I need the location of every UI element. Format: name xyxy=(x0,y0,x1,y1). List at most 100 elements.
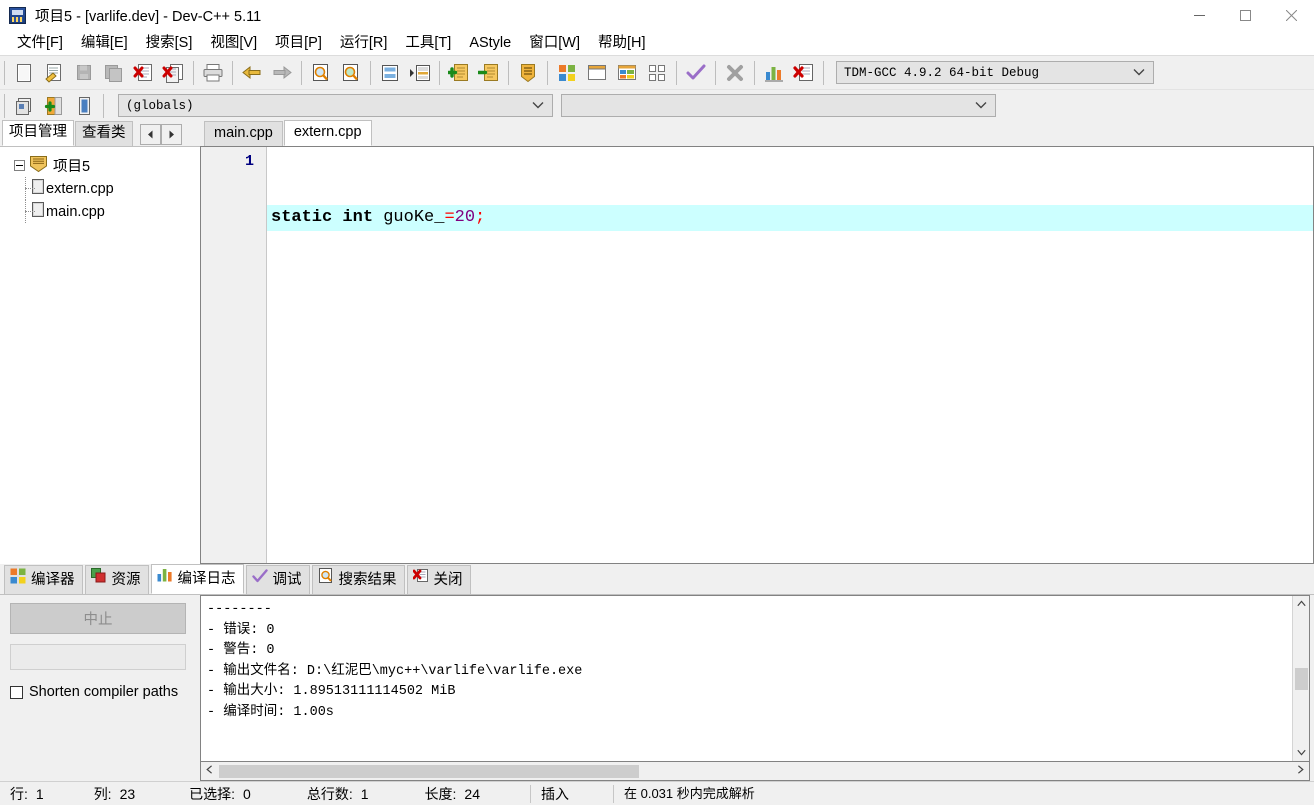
tree-file-main[interactable]: main.cpp xyxy=(0,200,200,223)
tab-main-cpp[interactable]: main.cpp xyxy=(204,121,283,146)
log-line: - 警告: 0 xyxy=(207,643,275,658)
log-horizontal-scrollbar[interactable] xyxy=(200,762,1310,781)
code-content[interactable]: static int guoKe_=20; xyxy=(267,147,1313,563)
toolbar-separator xyxy=(103,93,104,118)
scroll-left-icon[interactable] xyxy=(202,765,217,777)
menu-help[interactable]: 帮助[H] xyxy=(589,31,655,55)
abort-button[interactable]: 中止 xyxy=(10,603,186,634)
tab-compile-log[interactable]: 编译日志 xyxy=(150,564,244,594)
resources-icon xyxy=(90,568,107,591)
menu-run[interactable]: 运行[R] xyxy=(331,31,397,55)
menu-view[interactable]: 视图[V] xyxy=(201,31,266,55)
new-file-icon[interactable] xyxy=(9,59,39,87)
tree-root-node[interactable]: 项目5 xyxy=(0,154,200,177)
compile-icon[interactable] xyxy=(552,59,582,87)
indent-icon[interactable] xyxy=(405,59,435,87)
code-token-keyword: static int xyxy=(271,208,384,227)
save-all-icon[interactable] xyxy=(99,59,129,87)
tab-scroll-prev-icon[interactable] xyxy=(139,124,161,145)
menu-edit[interactable]: 编辑[E] xyxy=(72,31,137,55)
compile-run-icon[interactable] xyxy=(612,59,642,87)
main-toolbar: TDM-GCC 4.9.2 64-bit Debug xyxy=(0,55,1314,89)
horizontal-scroll-thumb[interactable] xyxy=(219,764,639,778)
save-file-icon[interactable] xyxy=(69,59,99,87)
status-total-lines: 总行数: 1 xyxy=(261,782,379,805)
status-length-value: 24 xyxy=(464,785,480,802)
scope-combo[interactable]: (globals) xyxy=(118,94,553,117)
toolbar-separator xyxy=(754,60,755,85)
menu-file[interactable]: 文件[F] xyxy=(8,31,72,55)
toolbar-separator xyxy=(370,60,371,85)
remove-from-project-icon[interactable] xyxy=(474,59,504,87)
search-results-icon xyxy=(318,568,334,591)
line-number-gutter: 1 xyxy=(201,147,267,563)
tab-label: 关闭 xyxy=(433,571,463,588)
rebuild-all-icon[interactable] xyxy=(642,59,672,87)
print-icon[interactable] xyxy=(198,59,228,87)
tab-class-browser[interactable]: 查看类 xyxy=(75,121,133,146)
close-icon[interactable] xyxy=(1268,0,1314,31)
menu-astyle[interactable]: AStyle xyxy=(460,31,520,55)
toolbar-separator xyxy=(4,60,5,85)
code-editor[interactable]: 1 static int guoKe_=20; xyxy=(200,146,1314,564)
replace-icon[interactable] xyxy=(336,59,366,87)
dev-cpp-window: 项目5 - [varlife.dev] - Dev-C++ 5.11 文件[F]… xyxy=(0,0,1314,805)
menu-search[interactable]: 搜索[S] xyxy=(137,31,202,55)
collapse-toggle-icon[interactable] xyxy=(14,160,25,171)
tab-debug[interactable]: 调试 xyxy=(245,565,310,594)
tree-file-extern[interactable]: extern.cpp xyxy=(0,177,200,200)
syntax-check-icon[interactable] xyxy=(681,59,711,87)
stop-execution-icon[interactable] xyxy=(720,59,750,87)
window-controls xyxy=(1176,0,1314,31)
insert-icon[interactable] xyxy=(9,92,39,120)
tab-scroll-next-icon[interactable] xyxy=(160,124,182,145)
tab-resources[interactable]: 资源 xyxy=(84,565,149,594)
compile-log-box[interactable]: -------- - 错误: 0 - 警告: 0 - 输出文件名: D:\红泥巴… xyxy=(200,595,1310,762)
scroll-up-icon[interactable] xyxy=(1294,598,1309,610)
log-line: - 输出大小: 1.89513111114502 MiB xyxy=(207,684,456,699)
tab-search-results[interactable]: 搜索结果 xyxy=(311,565,405,594)
goto-function-icon[interactable] xyxy=(69,92,99,120)
shorten-compiler-paths-row[interactable]: Shorten compiler paths xyxy=(10,684,190,700)
toggle-icon[interactable] xyxy=(39,92,69,120)
redo-icon[interactable] xyxy=(267,59,297,87)
undo-icon[interactable] xyxy=(237,59,267,87)
log-line: -------- xyxy=(207,602,272,617)
minimize-icon[interactable] xyxy=(1176,0,1222,31)
project-options-icon[interactable] xyxy=(513,59,543,87)
status-selected-value: 0 xyxy=(243,785,251,802)
tab-project-manager[interactable]: 项目管理 xyxy=(2,120,74,146)
compile-log-area: -------- - 错误: 0 - 警告: 0 - 输出文件名: D:\红泥巴… xyxy=(200,595,1314,781)
compiler-set-combo[interactable]: TDM-GCC 4.9.2 64-bit Debug xyxy=(836,61,1154,84)
toolbar-separator xyxy=(4,93,5,118)
main-area: 项目管理 查看类 项目5 extern.cpp main.cpp main.cp… xyxy=(0,120,1314,564)
status-selected: 已选择: 0 xyxy=(145,782,261,805)
close-all-icon[interactable] xyxy=(159,59,189,87)
vertical-scroll-thumb[interactable] xyxy=(1294,667,1308,690)
menu-window[interactable]: 窗口[W] xyxy=(520,31,589,55)
shorten-compiler-paths-checkbox[interactable] xyxy=(10,685,23,699)
bottom-panel-tabs: 编译器 资源 编译日志 调试 搜索结果 关闭 xyxy=(0,564,1314,594)
scroll-right-icon[interactable] xyxy=(1293,765,1308,777)
maximize-icon[interactable] xyxy=(1222,0,1268,31)
add-to-project-icon[interactable] xyxy=(444,59,474,87)
goto-line-icon[interactable] xyxy=(375,59,405,87)
log-vertical-scrollbar[interactable] xyxy=(1292,596,1309,761)
close-file-icon[interactable] xyxy=(129,59,159,87)
profile-icon[interactable] xyxy=(759,59,789,87)
tab-extern-cpp[interactable]: extern.cpp xyxy=(283,120,372,146)
scroll-down-icon[interactable] xyxy=(1294,747,1309,759)
menu-project[interactable]: 项目[P] xyxy=(266,31,331,55)
member-combo[interactable] xyxy=(561,94,996,117)
log-line: - 错误: 0 xyxy=(207,622,275,638)
menu-tools[interactable]: 工具[T] xyxy=(396,31,460,55)
tab-close-panel[interactable]: 关闭 xyxy=(406,565,471,594)
chevron-down-icon xyxy=(975,99,987,113)
shorten-compiler-paths-label: Shorten compiler paths xyxy=(29,684,179,700)
delete-profile-icon[interactable] xyxy=(789,59,819,87)
tab-compiler[interactable]: 编译器 xyxy=(4,565,83,594)
open-file-icon[interactable] xyxy=(39,59,69,87)
find-icon[interactable] xyxy=(306,59,336,87)
run-icon[interactable] xyxy=(582,59,612,87)
debug-icon xyxy=(251,568,268,591)
